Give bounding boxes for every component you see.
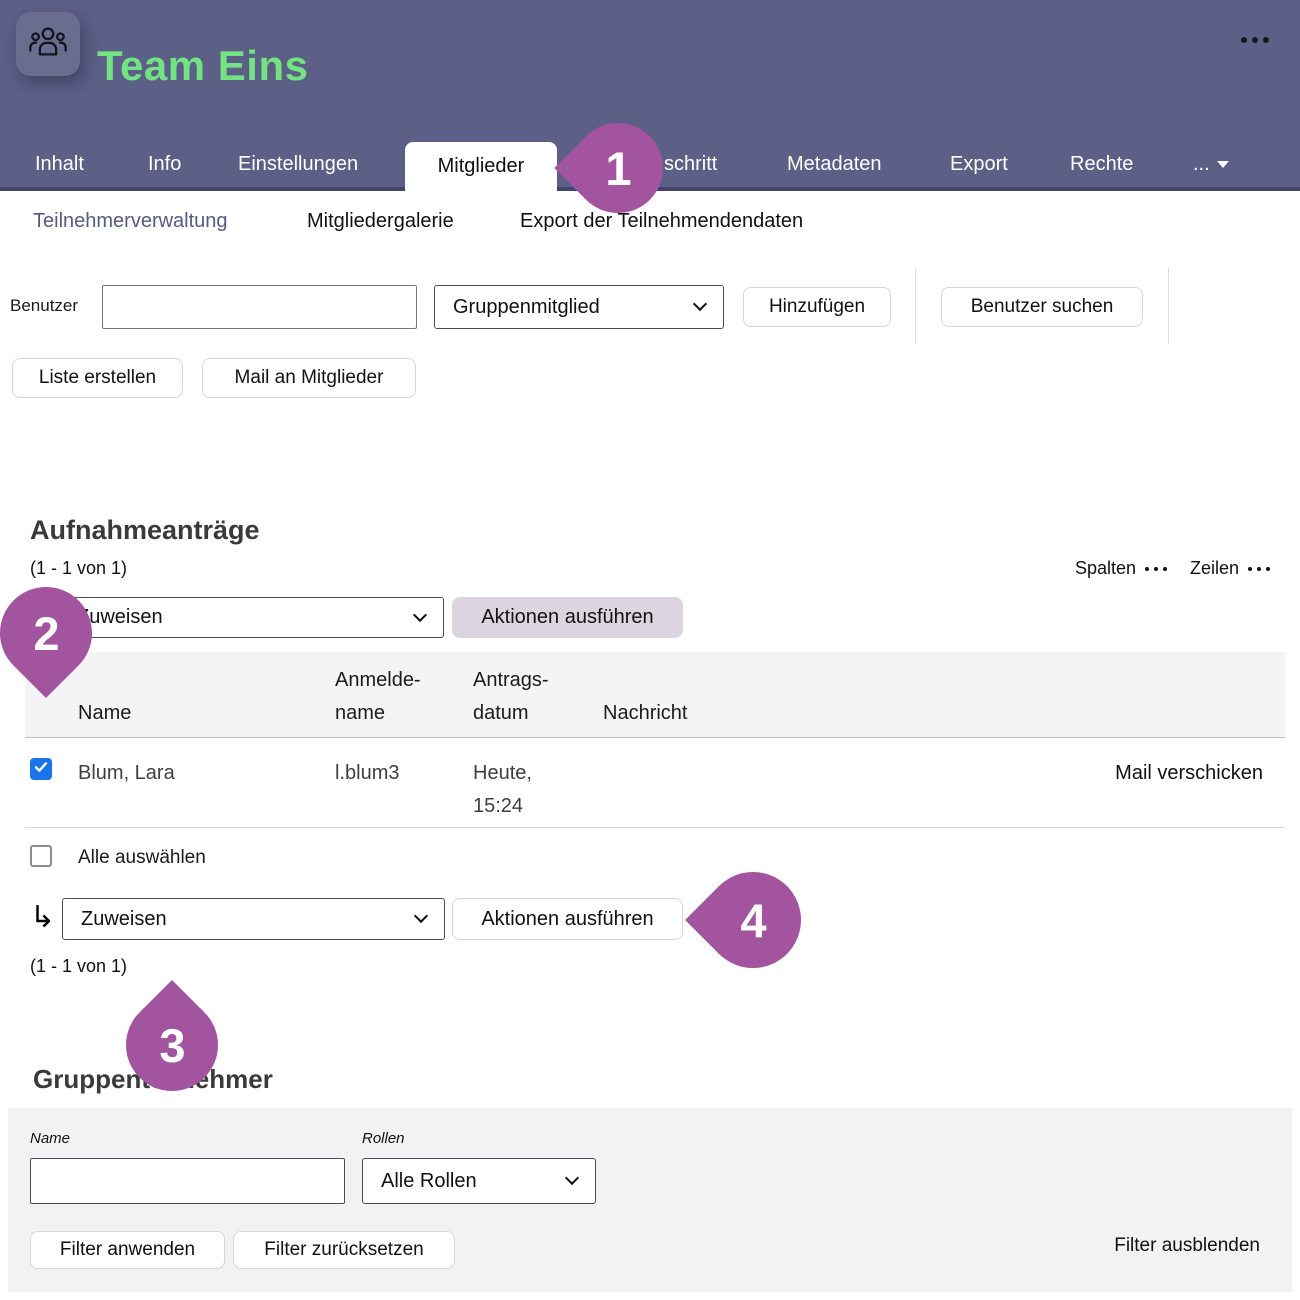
- benutzer-input[interactable]: [102, 285, 417, 329]
- callout-1-number: 1: [605, 141, 631, 196]
- hinzufuegen-button[interactable]: Hinzufügen: [743, 287, 891, 327]
- tab-metadaten[interactable]: Metadaten: [787, 153, 882, 176]
- checkmark-icon: [33, 759, 49, 780]
- select-all-label: Alle auswählen: [78, 847, 206, 869]
- tab-export[interactable]: Export: [950, 153, 1008, 176]
- header-more-options-icon[interactable]: [1241, 37, 1269, 43]
- chevron-down-icon: [414, 909, 428, 923]
- filter-rollen-label: Rollen: [362, 1130, 405, 1147]
- overflow-label: ...: [1193, 153, 1210, 176]
- chevron-down-icon: [565, 1171, 579, 1185]
- col-header-antragsdatum[interactable]: Antrags- datum: [473, 664, 549, 730]
- group-icon: [27, 21, 69, 68]
- page-title: Team Eins: [97, 42, 308, 90]
- divider: [1168, 268, 1169, 344]
- cell-name: Blum, Lara: [78, 757, 175, 790]
- tab-rechte[interactable]: Rechte: [1070, 153, 1133, 176]
- mail-verschicken-link[interactable]: Mail verschicken: [1115, 757, 1263, 790]
- role-select[interactable]: Gruppenmitglied: [434, 285, 724, 329]
- benutzer-suchen-button[interactable]: Benutzer suchen: [941, 287, 1143, 327]
- benutzer-label: Benutzer: [10, 296, 78, 316]
- callout-4-pin: 4: [685, 852, 821, 988]
- chevron-down-icon: [1217, 161, 1229, 168]
- requests-section-title: Aufnahmeanträge: [30, 515, 260, 546]
- tab-overflow-menu[interactable]: ...: [1193, 153, 1229, 176]
- apply-to-selection-arrow-icon: ↳: [30, 903, 55, 933]
- columns-label: Spalten: [1075, 558, 1136, 579]
- top-action-select[interactable]: Zuweisen: [58, 597, 444, 638]
- filter-zuruecksetzen-button[interactable]: Filter zurücksetzen: [233, 1231, 455, 1269]
- filter-anwenden-button[interactable]: Filter anwenden: [30, 1231, 225, 1269]
- cell-date: Heute, 15:24: [473, 757, 532, 823]
- table-row: [25, 738, 1285, 828]
- tab-mitglieder-active[interactable]: Mitglieder: [405, 142, 557, 191]
- subtab-mitgliedergalerie[interactable]: Mitgliedergalerie: [307, 210, 454, 233]
- header: Team Eins: [0, 0, 1300, 140]
- filter-name-label: Name: [30, 1130, 70, 1147]
- columns-menu[interactable]: Spalten: [1075, 558, 1167, 579]
- row-checkbox-checked[interactable]: [30, 758, 52, 780]
- filter-ausblenden-link[interactable]: Filter ausblenden: [1114, 1235, 1260, 1257]
- page: Team Eins Inhalt Info Einstellungen Mitg…: [0, 0, 1300, 1300]
- bottom-action-select[interactable]: Zuweisen: [62, 898, 445, 940]
- rows-label: Zeilen: [1190, 558, 1239, 579]
- filter-name-input[interactable]: [30, 1158, 345, 1204]
- requests-count: (1 - 1 von 1): [30, 558, 127, 579]
- callout-2-number: 2: [33, 606, 59, 661]
- rollen-select[interactable]: Alle Rollen: [362, 1158, 596, 1204]
- mail-an-mitglieder-button[interactable]: Mail an Mitglieder: [202, 358, 416, 398]
- chevron-down-icon: [413, 607, 427, 621]
- group-avatar: [16, 12, 80, 76]
- tab-einstellungen[interactable]: Einstellungen: [238, 153, 358, 176]
- tab-info[interactable]: Info: [148, 153, 181, 176]
- role-select-value: Gruppenmitglied: [453, 296, 600, 319]
- rows-menu[interactable]: Zeilen: [1190, 558, 1270, 579]
- divider: [915, 268, 916, 344]
- select-all-checkbox[interactable]: [30, 845, 52, 867]
- tab-inhalt[interactable]: Inhalt: [35, 153, 84, 176]
- rollen-select-value: Alle Rollen: [381, 1170, 477, 1193]
- bottom-action-select-value: Zuweisen: [81, 908, 167, 931]
- callout-4-number: 4: [740, 893, 766, 948]
- bottom-aktionen-ausfuehren-button[interactable]: Aktionen ausführen: [452, 898, 683, 940]
- col-header-name[interactable]: Name: [78, 697, 131, 730]
- subtab-export-teilnehmendendaten[interactable]: Export der Teilnehmendendaten: [520, 210, 803, 233]
- tab-mitglieder-label: Mitglieder: [438, 155, 525, 178]
- liste-erstellen-button[interactable]: Liste erstellen: [12, 358, 183, 398]
- subtab-teilnehmerverwaltung[interactable]: Teilnehmerverwaltung: [33, 210, 228, 233]
- col-header-anmeldename[interactable]: Anmelde- name: [335, 664, 421, 730]
- tab-lernfortschritt-partial[interactable]: schritt: [664, 153, 717, 176]
- top-aktionen-ausfuehren-button[interactable]: Aktionen ausführen: [452, 597, 683, 638]
- callout-3-number: 3: [159, 1018, 185, 1073]
- rows-menu-icon: [1248, 567, 1270, 571]
- columns-menu-icon: [1145, 567, 1167, 571]
- chevron-down-icon: [693, 297, 707, 311]
- requests-bottom-count: (1 - 1 von 1): [30, 956, 127, 977]
- cell-login: l.blum3: [335, 757, 399, 790]
- col-header-nachricht[interactable]: Nachricht: [603, 697, 687, 730]
